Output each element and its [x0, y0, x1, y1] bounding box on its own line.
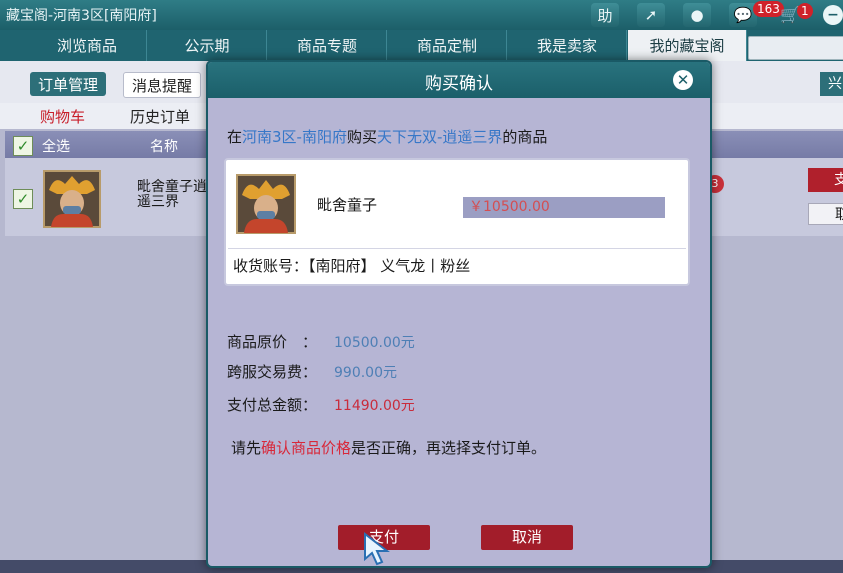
server-link[interactable]: 河南3区-南阳府: [242, 128, 347, 146]
original-price-value: 10500.00元: [334, 335, 415, 351]
tab-history[interactable]: 历史订单: [130, 106, 190, 127]
help-button[interactable]: 助: [591, 3, 619, 27]
total-amount-value: 11490.00元: [334, 398, 415, 414]
pointer-cursor-icon: [364, 531, 390, 566]
share-icon[interactable]: ➚: [637, 3, 665, 27]
row-cancel-button[interactable]: 取: [808, 203, 843, 225]
subtab-notifications[interactable]: 消息提醒: [123, 72, 202, 98]
subtab-export[interactable]: 兴: [820, 72, 843, 96]
cart-count-badge: 1: [797, 3, 813, 19]
desc-suffix: 的商品: [502, 128, 548, 146]
receiving-account: 收货账号：【南阳府】 义气龙丨粉丝: [233, 255, 470, 276]
nav-tab-my-treasure[interactable]: 我的藏宝阁: [628, 30, 747, 61]
original-price-label: 商品原价 ：: [227, 333, 318, 351]
notice-prefix: 请先: [231, 439, 262, 457]
account-label: 收货账号：: [233, 257, 309, 275]
select-all-label: 全选: [42, 139, 70, 155]
minimize-icon[interactable]: −: [823, 5, 843, 25]
card-item-name: 毗舍童子: [317, 196, 378, 214]
cancel-button[interactable]: 取消: [481, 525, 573, 550]
help-label: 助: [597, 6, 613, 25]
nav-tab-seller[interactable]: 我是卖家: [508, 30, 627, 61]
column-name-header: 名称: [150, 139, 178, 155]
search-input[interactable]: [748, 36, 843, 60]
row-checkbox[interactable]: ✓: [13, 189, 33, 209]
notice-suffix: 是否正确，再选择支付订单。: [351, 439, 547, 457]
total-amount-label: 支付总金额：: [227, 396, 318, 414]
select-all-checkbox[interactable]: ✓: [13, 136, 33, 156]
cross-server-fee-value: 990.00元: [334, 365, 397, 381]
nav-tab-browse[interactable]: 浏览商品: [28, 30, 147, 61]
seller-link[interactable]: 天下无双-逍遥三界: [377, 128, 502, 146]
dialog-title: 购买确认: [425, 74, 493, 94]
nav-tab-custom[interactable]: 商品定制: [388, 30, 507, 61]
card-item-price: ￥10500.00: [463, 197, 665, 218]
item-avatar: [236, 174, 296, 234]
nav-tab-topics[interactable]: 商品专题: [268, 30, 387, 61]
main-nav: 浏览商品 公示期 商品专题 商品定制 我是卖家 我的藏宝阁: [0, 30, 843, 61]
window-title: 藏宝阁-河南3区[南阳府]: [6, 8, 157, 24]
cross-server-fee-label: 跨服交易费：: [227, 363, 318, 381]
record-icon[interactable]: ●: [683, 3, 711, 27]
nav-tab-publicity[interactable]: 公示期: [148, 30, 267, 61]
card-divider: [228, 248, 686, 249]
row-item-name: 毗舍童子逍遥三界: [137, 179, 207, 210]
subtab-order-management[interactable]: 订单管理: [30, 72, 107, 96]
item-avatar: [43, 170, 101, 228]
confirm-notice: 请先确认商品价格是否正确，再选择支付订单。: [231, 437, 546, 458]
desc-prefix: 在: [227, 128, 243, 146]
tab-cart[interactable]: 购物车: [40, 106, 85, 127]
row-pay-button[interactable]: 支: [808, 168, 843, 192]
notice-highlight: 确认商品价格: [261, 439, 352, 457]
close-icon[interactable]: ✕: [673, 70, 693, 90]
purchase-description: 在河南3区-南阳府购买天下无双-逍遥三界的商品: [227, 126, 547, 147]
desc-mid: 购买: [346, 128, 377, 146]
account-value: 【南阳府】 义气龙丨粉丝: [308, 257, 471, 275]
